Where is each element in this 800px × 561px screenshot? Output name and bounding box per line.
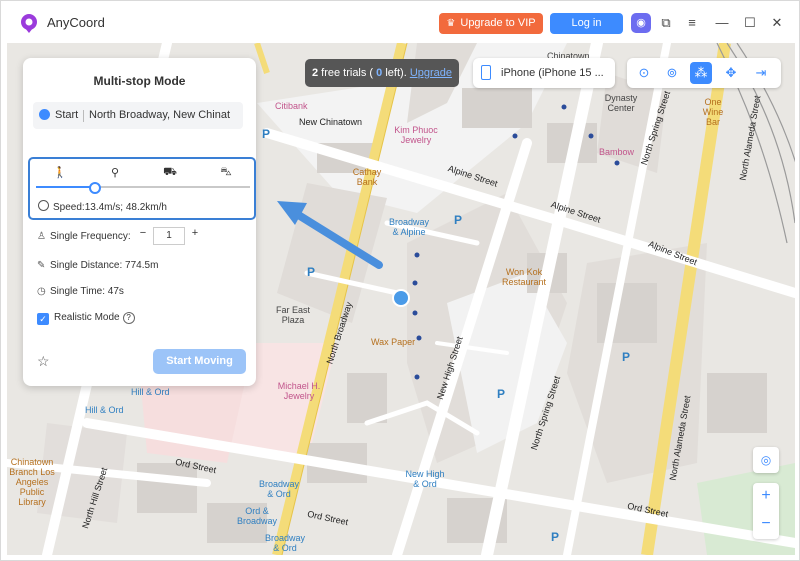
frequency-input[interactable]: 1 [153, 227, 185, 245]
start-pin-icon [39, 109, 50, 120]
place-label: Hill & Ord [131, 387, 170, 397]
pencil-icon: ✎ [37, 260, 46, 271]
help-icon[interactable]: ? [122, 312, 135, 324]
realistic-mode-row: ✓ Realistic Mode? [37, 312, 135, 325]
frequency-label: Single Frequency: [50, 231, 131, 242]
menu-icon[interactable]: ≡ [682, 13, 702, 33]
start-moving-button[interactable]: Start Moving [153, 349, 246, 374]
app-title: AnyCoord [47, 15, 105, 30]
place-label: Far East Plaza [275, 305, 310, 325]
place-label: Won Kok Restaurant [501, 267, 547, 287]
upgrade-vip-button[interactable]: ♛ Upgrade to VIP [439, 13, 543, 34]
place-label: Citibank [275, 101, 308, 111]
travel-mode-icons: 🚶 ⚲ ⛟ ⛍ [36, 166, 250, 184]
speed-value: Speed:13.4m/s; 48.2km/h [53, 202, 167, 213]
speed-slider-fill [36, 186, 94, 188]
device-selector[interactable]: iPhone (iPhone 15 ... [473, 58, 615, 88]
distance-text: Single Distance: 774.5m [50, 260, 159, 271]
close-icon[interactable]: ✕ [767, 13, 787, 33]
trials-banner: 2 free trials ( 0 left). Upgrade [305, 59, 459, 87]
divider [83, 110, 84, 122]
distance-row: ✎ Single Distance: 774.5m [37, 260, 158, 271]
zoom-out-button[interactable]: − [753, 511, 779, 537]
trials-count: 2 [311, 67, 319, 79]
zoom-control: + − [753, 483, 779, 539]
multi-stop-panel: Multi-stop Mode Start North Broadway, Ne… [23, 58, 256, 386]
feedback-icon[interactable]: ⧉ [656, 13, 676, 33]
walk-icon[interactable]: 🚶 [46, 166, 74, 179]
increment-button[interactable]: + [189, 227, 201, 239]
speed-readout: Speed:13.4m/s; 48.2km/h [38, 200, 167, 213]
clock-icon: ◷ [37, 286, 46, 297]
car-icon[interactable]: ⛍ [212, 166, 240, 180]
multi-stop-mode-icon[interactable]: ⁂ [690, 62, 712, 84]
frequency-icon: ♙ [37, 231, 46, 242]
title-bar: AnyCoord ♛ Upgrade to VIP Log in ◉ ⧉ ≡ — … [1, 1, 799, 43]
place-label: Chinatown Branch Los Angeles Public Libr… [9, 457, 55, 507]
upgrade-vip-label: Upgrade to VIP [460, 17, 536, 29]
time-text: Single Time: 47s [50, 286, 124, 297]
joystick-mode-icon[interactable]: ✥ [720, 62, 742, 84]
place-label: Broadway & Alpine [388, 217, 430, 237]
place-label: Hill & Ord [85, 405, 124, 415]
svg-text:P: P [307, 265, 315, 279]
teleport-mode-icon[interactable]: ⊙ [633, 62, 655, 84]
app-window: AnyCoord ♛ Upgrade to VIP Log in ◉ ⧉ ≡ — … [0, 0, 800, 561]
place-label: Kim Phuoc Jewelry [394, 125, 438, 145]
speedometer-icon [38, 200, 49, 211]
crown-icon: ♛ [446, 18, 456, 29]
maximize-icon[interactable]: ☐ [740, 13, 760, 33]
upgrade-link[interactable]: Upgrade [410, 67, 452, 79]
start-label: Start [55, 109, 79, 121]
trials-left-count: 0 [376, 67, 383, 79]
realistic-mode-checkbox[interactable]: ✓ [37, 313, 49, 325]
svg-text:P: P [454, 213, 462, 227]
svg-text:P: P [551, 530, 559, 544]
frequency-stepper: − 1 + [137, 227, 201, 245]
place-label: Dynasty Center [604, 93, 638, 113]
place-label: Ord & Broadway [236, 506, 278, 526]
travel-mode-box: 🚶 ⚲ ⛟ ⛍ Speed:13.4m/s; 48.2km/h [28, 157, 256, 220]
place-label: Wax Paper [371, 337, 416, 347]
speed-slider[interactable] [36, 182, 250, 194]
export-icon[interactable]: ⇥ [750, 62, 772, 84]
zoom-in-button[interactable]: + [753, 483, 779, 509]
time-row: ◷ Single Time: 47s [37, 286, 124, 297]
svg-text:P: P [622, 350, 630, 364]
start-location-row[interactable]: Start North Broadway, New Chinat [33, 102, 243, 129]
device-label: iPhone (iPhone 15 ... [501, 67, 604, 79]
speed-slider-handle[interactable] [88, 182, 101, 194]
place-label: Michael H. Jewelry [277, 381, 321, 401]
trials-suffix: left). [385, 67, 407, 79]
star-icon[interactable]: ☆ [37, 353, 50, 370]
login-button[interactable]: Log in [550, 13, 623, 34]
minimize-icon[interactable]: — [712, 13, 732, 33]
place-label: New High & Ord [405, 469, 445, 489]
panel-title: Multi-stop Mode [93, 74, 186, 88]
place-label: Broadway & Ord [258, 479, 300, 499]
app-logo-icon [21, 14, 37, 33]
place-label: Bambow [599, 147, 635, 157]
place-label: Broadway & Ord [264, 533, 306, 553]
svg-text:P: P [262, 127, 270, 141]
phone-icon [481, 65, 491, 80]
mode-toolbar: ⊙ ⊚ ⁂ ✥ ⇥ [627, 58, 781, 88]
svg-text:P: P [497, 387, 505, 401]
street-label: New Chinatown [299, 117, 363, 127]
decrement-button[interactable]: − [137, 227, 149, 239]
one-stop-mode-icon[interactable]: ⊚ [661, 62, 683, 84]
realistic-mode-label: Realistic Mode [54, 312, 120, 323]
motorcycle-icon[interactable]: ⛟ [156, 166, 184, 180]
frequency-row: ♙ Single Frequency: [37, 231, 131, 242]
place-label: Cathay Bank [352, 167, 382, 187]
trials-prefix: free trials ( [321, 67, 374, 79]
discord-icon[interactable]: ◉ [631, 13, 651, 33]
bike-icon[interactable]: ⚲ [101, 166, 129, 179]
locate-icon[interactable]: ◎ [753, 447, 779, 473]
start-address: North Broadway, New Chinat [89, 109, 231, 121]
place-label: One Wine Bar [702, 97, 724, 127]
